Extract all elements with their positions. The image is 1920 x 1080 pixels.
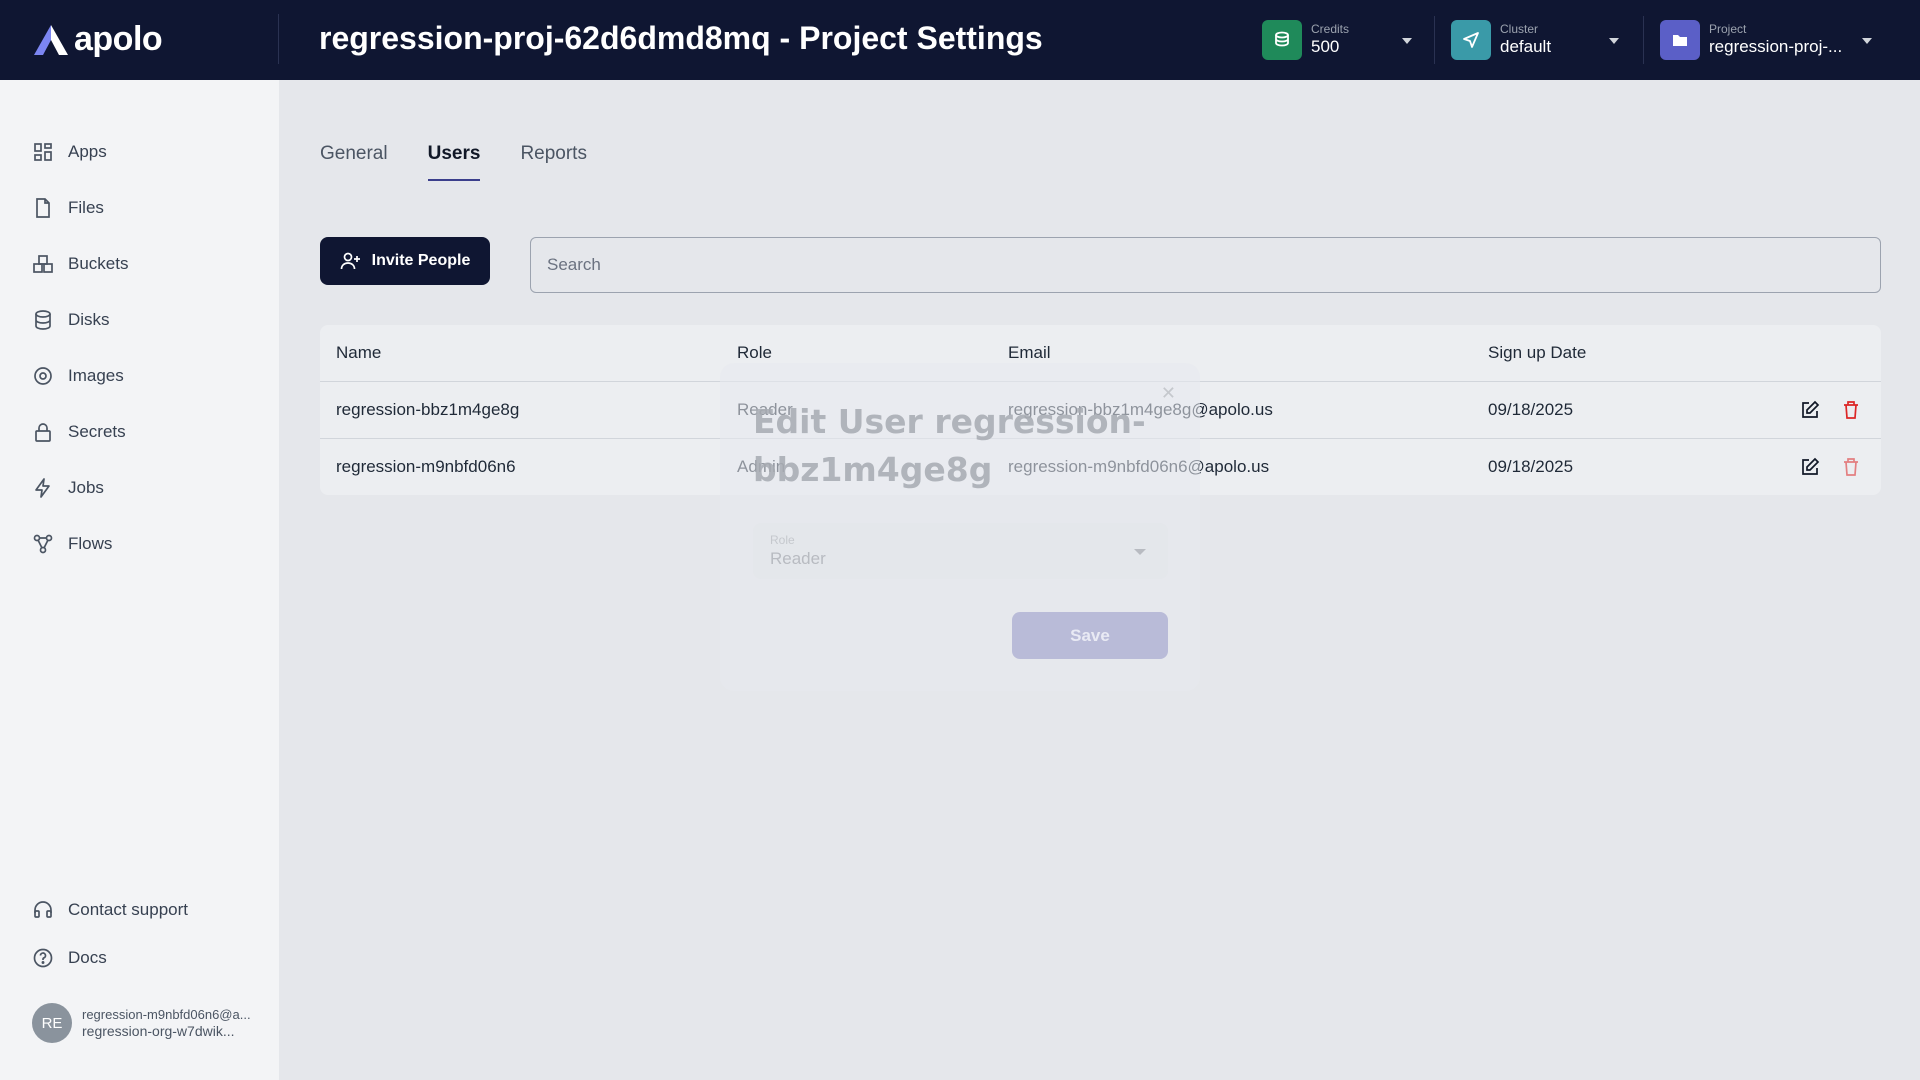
role-select-label: Role	[770, 533, 795, 547]
sidebar-item-jobs[interactable]: Jobs	[32, 473, 104, 503]
bolt-icon	[35, 478, 50, 498]
sidebar: Apps Files Buckets Disks Images Secrets …	[0, 80, 280, 1080]
sidebar-item-disks[interactable]: Disks	[32, 305, 110, 335]
sidebar-item-apps[interactable]: Apps	[32, 137, 107, 167]
user-name-cell: regression-bbz1m4ge8g	[336, 400, 520, 419]
tab-reports[interactable]: Reports	[520, 143, 587, 181]
page-title: regression-proj-62d6dmd8mq - Project Set…	[319, 20, 1043, 56]
docs-label: Docs	[68, 948, 107, 967]
header-divider	[1643, 16, 1644, 64]
role-select[interactable]: Role Reader	[753, 523, 1168, 579]
apolo-logo-icon	[34, 24, 68, 55]
chevron-down-icon	[1134, 549, 1146, 555]
edit-user-dialog: ✕ Edit User regression-bbz1m4ge8g Role R…	[720, 363, 1200, 691]
send-icon	[1451, 20, 1491, 60]
credits-label: Credits	[1311, 22, 1350, 36]
top-bar: apolo regression-proj-62d6dmd8mq - Proje…	[0, 0, 1920, 80]
sidebar-item-label: Apps	[68, 142, 107, 161]
user-email: regression-m9nbfd06n6@a...	[82, 1007, 251, 1022]
role-select-value: Reader	[770, 549, 826, 568]
sidebar-item-buckets[interactable]: Buckets	[32, 249, 128, 279]
help-circle-icon	[33, 948, 53, 968]
invite-people-button[interactable]: Invite People	[320, 237, 490, 285]
trash-icon[interactable]	[1842, 439, 1860, 495]
search-input[interactable]	[530, 237, 1881, 293]
disc-icon	[34, 367, 52, 385]
edit-icon[interactable]	[1800, 382, 1820, 438]
cluster-label: Cluster	[1500, 22, 1539, 36]
cluster-selector[interactable]: Cluster default	[1451, 18, 1621, 62]
credits-value: 500	[1311, 37, 1340, 56]
lock-icon	[35, 423, 51, 442]
sidebar-item-label: Images	[68, 366, 124, 385]
sidebar-item-secrets[interactable]: Secrets	[32, 417, 126, 447]
user-signup-date-cell: 09/18/2025	[1488, 457, 1574, 476]
file-icon	[36, 198, 50, 218]
invite-people-label: Invite People	[371, 252, 471, 269]
project-label: Project	[1709, 22, 1747, 36]
user-account[interactable]: RE regression-m9nbfd06n6@a... regression…	[32, 1003, 251, 1043]
database-icon	[35, 310, 51, 330]
headset-icon	[34, 901, 52, 918]
trash-icon[interactable]	[1842, 382, 1860, 438]
sidebar-item-label: Buckets	[68, 254, 129, 273]
sidebar-item-label: Disks	[68, 310, 110, 329]
column-header-signup-date[interactable]: Sign up Date	[1488, 325, 1586, 381]
user-plus-icon	[340, 252, 360, 270]
sidebar-item-flows[interactable]: Flows	[32, 529, 112, 559]
folder-icon	[1660, 20, 1700, 60]
contact-support-label: Contact support	[68, 900, 189, 919]
contact-support-link[interactable]: Contact support	[32, 895, 188, 925]
user-signup-date-cell: 09/18/2025	[1488, 400, 1574, 419]
chevron-down-icon	[1402, 38, 1412, 44]
credits-selector[interactable]: Credits 500	[1262, 18, 1412, 62]
avatar: RE	[32, 1003, 72, 1043]
sidebar-item-label: Flows	[68, 534, 113, 553]
bucket-icon	[33, 255, 53, 273]
grid-icon	[34, 143, 52, 161]
tab-users[interactable]: Users	[427, 143, 481, 181]
header-divider	[1434, 16, 1435, 64]
user-org: regression-org-w7dwik...	[82, 1023, 235, 1039]
dialog-title: Edit User regression-bbz1m4ge8g	[753, 402, 1146, 489]
settings-tabs: General Users Reports	[320, 143, 587, 181]
user-name-cell: regression-m9nbfd06n6	[336, 457, 516, 476]
apolo-logo[interactable]: apolo	[32, 20, 163, 59]
chevron-down-icon	[1609, 38, 1619, 44]
chevron-down-icon	[1862, 38, 1872, 44]
edit-icon[interactable]	[1800, 439, 1820, 495]
sidebar-item-label: Secrets	[68, 422, 126, 441]
coins-icon	[1262, 20, 1302, 60]
logo-text: apolo	[74, 20, 163, 58]
project-selector[interactable]: Project regression-proj-...	[1660, 18, 1875, 62]
flow-icon	[33, 534, 53, 554]
save-button[interactable]: Save	[1012, 612, 1168, 659]
header-divider	[278, 14, 279, 64]
cluster-value: default	[1500, 37, 1552, 56]
tab-general[interactable]: General	[320, 143, 388, 181]
column-header-name[interactable]: Name	[336, 325, 381, 381]
sidebar-item-label: Files	[68, 198, 104, 217]
sidebar-item-images[interactable]: Images	[32, 361, 124, 391]
sidebar-item-label: Jobs	[68, 478, 104, 497]
project-value: regression-proj-...	[1709, 37, 1843, 56]
sidebar-item-files[interactable]: Files	[32, 193, 104, 223]
docs-link[interactable]: Docs	[32, 943, 107, 973]
